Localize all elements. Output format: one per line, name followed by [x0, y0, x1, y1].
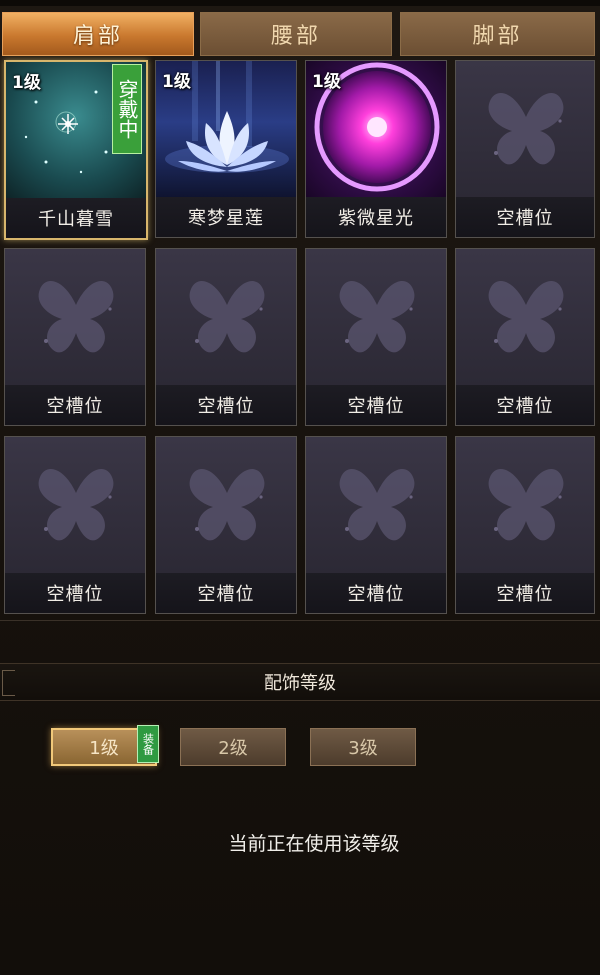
empty-slot-art [456, 249, 594, 385]
item-name: 空槽位 [306, 385, 446, 425]
item-name: 千山暮雪 [6, 198, 146, 238]
empty-slot[interactable]: 空槽位 [155, 248, 297, 426]
empty-slot[interactable]: 空槽位 [4, 436, 146, 614]
empty-slot-art [156, 437, 296, 573]
equipped-badge: 穿戴中 [112, 64, 142, 154]
level-status-text: 当前正在使用该等级 [228, 833, 400, 855]
empty-slot-art [156, 249, 296, 385]
empty-slot-art [306, 249, 446, 385]
item-level: 1级 [312, 72, 341, 92]
item-name: 空槽位 [306, 573, 446, 613]
empty-slot-art [5, 249, 145, 385]
accessory-card-hanmeng[interactable]: 1级 寒梦星莲 [155, 60, 297, 238]
equip-tag-text: 装备 [141, 733, 155, 755]
empty-slot[interactable]: 空槽位 [455, 436, 595, 614]
accessory-level-header: 配饰等级 [0, 663, 600, 701]
equip-tag: 装备 [137, 725, 159, 763]
empty-slot-art [306, 437, 446, 573]
empty-slot[interactable]: 空槽位 [305, 248, 447, 426]
level-3-button[interactable]: 3级 [310, 728, 416, 766]
accessory-card-qianshan[interactable]: 1级 穿戴中 千山暮雪 [4, 60, 148, 240]
item-name: 寒梦星莲 [156, 197, 296, 237]
item-level: 1级 [162, 72, 191, 92]
butterfly-icon [189, 469, 265, 541]
butterfly-icon [488, 281, 564, 353]
item-name: 空槽位 [456, 573, 594, 613]
tab-shoulder[interactable]: 肩部 [2, 12, 194, 56]
butterfly-icon [38, 469, 114, 541]
butterfly-icon [488, 93, 564, 165]
butterfly-icon [189, 281, 265, 353]
tab-feet[interactable]: 脚部 [400, 12, 595, 56]
item-name: 空槽位 [456, 197, 594, 237]
item-name: 空槽位 [156, 385, 296, 425]
badge-text: 穿戴中 [115, 79, 139, 139]
empty-slot[interactable]: 空槽位 [455, 248, 595, 426]
top-divider [0, 0, 600, 6]
item-name: 空槽位 [156, 573, 296, 613]
item-name: 空槽位 [5, 385, 145, 425]
butterfly-icon [339, 281, 415, 353]
item-level: 1级 [12, 73, 41, 93]
empty-slot[interactable]: 空槽位 [305, 436, 447, 614]
empty-slot[interactable]: 空槽位 [455, 60, 595, 238]
accessory-card-ziwei[interactable]: 1级 紫微星光 [305, 60, 447, 238]
empty-slot-art [5, 437, 145, 573]
item-name: 空槽位 [456, 385, 594, 425]
level-2-button[interactable]: 2级 [180, 728, 286, 766]
empty-slot[interactable]: 空槽位 [4, 248, 146, 426]
empty-slot[interactable]: 空槽位 [155, 436, 297, 614]
section-divider [0, 620, 600, 621]
butterfly-icon [38, 281, 114, 353]
accessory-level-title: 配饰等级 [264, 673, 336, 694]
empty-slot-art [456, 437, 594, 573]
butterfly-icon [488, 469, 564, 541]
category-tabs: 肩部 腰部 脚部 [0, 12, 600, 58]
empty-slot-art [456, 61, 594, 197]
tab-waist[interactable]: 腰部 [200, 12, 392, 56]
accessory-panel: 肩部 腰部 脚部 1级 穿戴中 千山暮雪 1级 寒梦星莲 1级 紫微星光 空槽位… [0, 0, 600, 975]
butterfly-icon [339, 469, 415, 541]
item-name: 紫微星光 [306, 197, 446, 237]
item-name: 空槽位 [5, 573, 145, 613]
